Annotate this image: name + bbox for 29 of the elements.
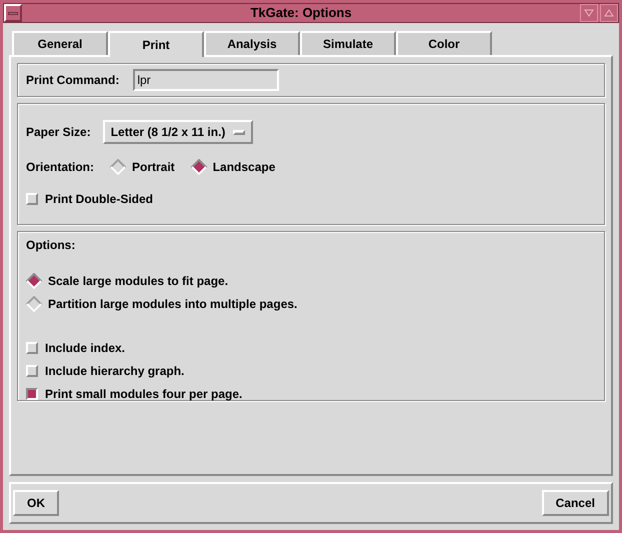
dialog-button[interactable]: OK — [13, 490, 59, 516]
print-command-label: Print Command: — [26, 72, 120, 89]
radio-button[interactable] — [26, 272, 42, 288]
maximize-icon[interactable] — [600, 4, 618, 22]
orientation-label: Orientation: — [26, 159, 94, 176]
paper-size-dropdown[interactable]: Letter (8 1/2 x 11 in.) — [102, 120, 254, 144]
print-command-field[interactable]: lpr — [133, 69, 280, 91]
radio-label: Partition large modules into multiple pages. — [48, 296, 298, 312]
checkbox-label: Include index. — [45, 340, 126, 356]
radio-label: Portrait — [132, 159, 175, 176]
checkbox[interactable] — [26, 388, 38, 400]
minimize-icon[interactable] — [580, 4, 598, 22]
tab[interactable]: Color — [396, 31, 492, 55]
radio-button[interactable] — [26, 296, 42, 312]
tab[interactable]: General — [12, 31, 108, 55]
tab[interactable]: Print — [108, 31, 204, 57]
checkbox-label: Print Double-Sided — [45, 191, 153, 208]
radio-button[interactable] — [110, 159, 126, 175]
window-title: TkGate: Options — [249, 4, 353, 22]
paper-size-label: Paper Size: — [26, 124, 91, 141]
options-heading: Options: — [26, 237, 76, 254]
radio-button[interactable] — [190, 159, 207, 175]
checkbox-label: Print small modules four per page. — [45, 386, 242, 402]
dialog-button[interactable]: Cancel — [542, 490, 609, 516]
radio-label: Landscape — [212, 159, 276, 176]
checkbox-label: Include hierarchy graph. — [45, 362, 184, 380]
radio-label: Scale large modules to fit page. — [48, 272, 228, 290]
tab[interactable]: Analysis — [204, 31, 300, 55]
tab[interactable]: Simulate — [300, 31, 396, 55]
